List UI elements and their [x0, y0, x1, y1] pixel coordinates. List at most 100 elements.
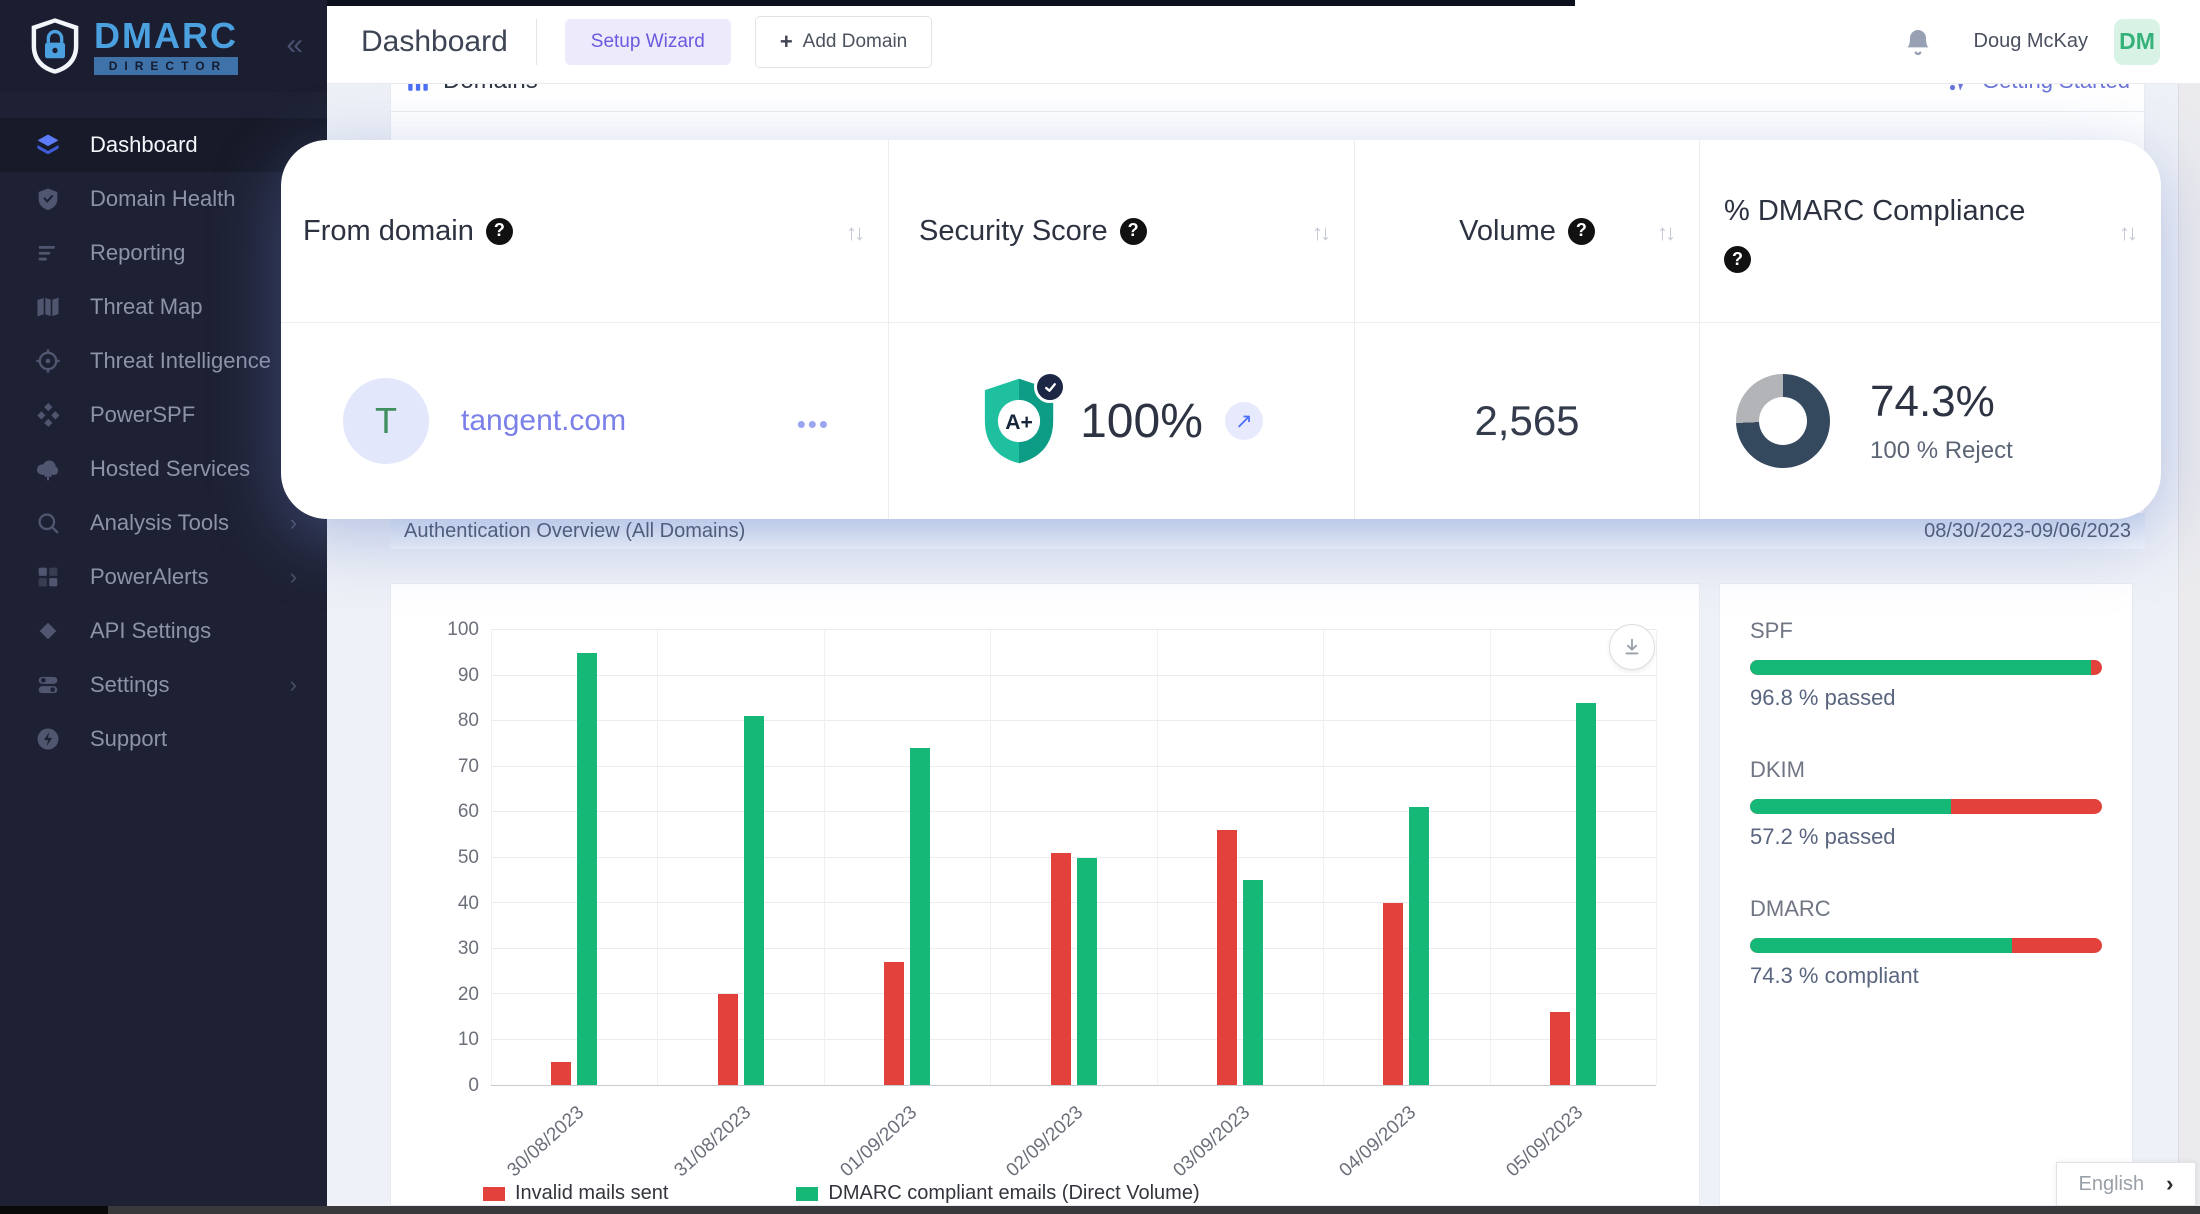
- sidebar-item-powerspf[interactable]: PowerSPF: [0, 388, 327, 442]
- sort-icon[interactable]: ↑↓: [846, 220, 862, 246]
- sidebar-item-analysis-tools[interactable]: Analysis Tools›: [0, 496, 327, 550]
- bar[interactable]: [577, 653, 597, 1085]
- dmarc-meter: [1750, 938, 2102, 953]
- y-axis-labels: 0102030405060708090100: [391, 630, 479, 1086]
- spf-meter: [1750, 660, 2102, 675]
- user-name: Doug McKay: [1974, 30, 2089, 53]
- y-tick-label: 80: [458, 710, 479, 732]
- y-tick-label: 100: [447, 619, 479, 641]
- security-score-value: 100%: [1080, 394, 1203, 449]
- map-icon: [34, 293, 62, 321]
- bar[interactable]: [1409, 807, 1429, 1085]
- chevron-right-icon: ›: [290, 564, 297, 590]
- bar[interactable]: [910, 748, 930, 1085]
- horizontal-scrollbar-thumb[interactable]: [0, 1206, 108, 1214]
- sidebar-item-dashboard[interactable]: Dashboard: [0, 118, 327, 172]
- spf-caption: 96.8 % passed: [1750, 685, 2102, 711]
- target-icon: [34, 347, 62, 375]
- chevron-right-icon: ›: [2166, 1171, 2173, 1197]
- sidebar-item-reporting[interactable]: Reporting: [0, 226, 327, 280]
- y-tick-label: 0: [468, 1075, 479, 1097]
- diamond-icon: [34, 617, 62, 645]
- gridline: [824, 630, 825, 1085]
- sidebar-item-poweralerts[interactable]: PowerAlerts›: [0, 550, 327, 604]
- open-score-link[interactable]: ↗: [1225, 402, 1263, 440]
- sidebar-item-label: Dashboard: [90, 132, 198, 158]
- sidebar-item-threat-map[interactable]: Threat Map: [0, 280, 327, 334]
- language-label: English: [2079, 1173, 2145, 1196]
- bar[interactable]: [884, 962, 904, 1085]
- page-title: Dashboard: [361, 25, 508, 59]
- col-label: Security Score: [919, 209, 1108, 254]
- sort-icon[interactable]: ↑↓: [1312, 220, 1328, 246]
- add-domain-button[interactable]: + Add Domain: [755, 16, 932, 68]
- bar[interactable]: [1383, 903, 1403, 1085]
- auth-overview-range: 08/30/2023-09/06/2023: [1924, 520, 2131, 543]
- language-selector[interactable]: English ›: [2056, 1162, 2196, 1206]
- sidebar-item-label: Settings: [90, 672, 170, 698]
- col-header-dmarc-compliance: % DMARC Compliance ? ↑↓: [1700, 140, 2161, 322]
- sidebar-item-hosted-services[interactable]: Hosted Services: [0, 442, 327, 496]
- row-menu-dots[interactable]: •••: [797, 409, 830, 440]
- help-icon[interactable]: ?: [486, 218, 513, 245]
- search-icon: [34, 509, 62, 537]
- bar-chart-plot: [491, 630, 1656, 1086]
- setup-wizard-button[interactable]: Setup Wizard: [565, 19, 731, 65]
- sidebar-item-settings[interactable]: Settings ›: [0, 658, 327, 712]
- sort-icon[interactable]: ↑↓: [1657, 220, 1673, 246]
- bar[interactable]: [1217, 830, 1237, 1085]
- logo[interactable]: DMARC DIRECTOR «: [0, 0, 327, 92]
- help-icon[interactable]: ?: [1120, 218, 1147, 245]
- table-row-score-cell: A+ 100% ↗: [889, 322, 1355, 519]
- user-avatar[interactable]: DM: [2114, 19, 2160, 65]
- bar[interactable]: [1576, 703, 1596, 1085]
- help-icon[interactable]: ?: [1568, 218, 1595, 245]
- chart-legend: Invalid mails sent DMARC compliant emails…: [483, 1182, 1200, 1205]
- bar-group-05/09/2023: [1550, 630, 1596, 1085]
- sidebar-item-support[interactable]: Support: [0, 712, 327, 766]
- sidebar-item-label: Analysis Tools: [90, 510, 229, 536]
- legend-item[interactable]: DMARC compliant emails (Direct Volume): [796, 1182, 1199, 1205]
- domain-link[interactable]: tangent.com: [461, 404, 626, 438]
- cloud-upload-icon: [34, 455, 62, 483]
- legend-label: DMARC compliant emails (Direct Volume): [828, 1182, 1199, 1205]
- sidebar-item-threat-intelligence[interactable]: Threat Intelligence: [0, 334, 327, 388]
- dkim-caption: 57.2 % passed: [1750, 824, 2102, 850]
- sidebar-collapse-button[interactable]: «: [286, 30, 303, 60]
- sidebar-item-domain-health[interactable]: Domain Health: [0, 172, 327, 226]
- chevron-right-icon: ›: [290, 672, 297, 698]
- bar[interactable]: [1077, 858, 1097, 1086]
- dmarc-director-app: DMARC DIRECTOR « Dashboard Domain Health R…: [0, 0, 2200, 1214]
- horizontal-scrollbar[interactable]: [0, 1206, 2200, 1214]
- verified-check-icon: [1034, 371, 1066, 403]
- legend-label: Invalid mails sent: [515, 1182, 668, 1205]
- col-header-volume: Volume ? ↑↓: [1355, 140, 1700, 322]
- legend-item[interactable]: Invalid mails sent: [483, 1182, 668, 1205]
- bar[interactable]: [718, 994, 738, 1085]
- report-lines-icon: [34, 239, 62, 267]
- chart-download-button[interactable]: [1609, 624, 1655, 670]
- bar[interactable]: [1243, 880, 1263, 1085]
- bar-group-02/09/2023: [1051, 630, 1097, 1085]
- bar[interactable]: [551, 1062, 571, 1085]
- help-icon[interactable]: ?: [1724, 246, 1751, 273]
- sort-icon[interactable]: ↑↓: [2119, 220, 2135, 246]
- bar-group-01/09/2023: [884, 630, 930, 1085]
- brand-name: DMARC: [94, 18, 238, 54]
- nodes-icon: [34, 401, 62, 429]
- bar[interactable]: [1051, 853, 1071, 1085]
- sidebar-item-label: Domain Health: [90, 186, 236, 212]
- y-tick-label: 60: [458, 801, 479, 823]
- dmarc-label: DMARC: [1750, 896, 2102, 922]
- col-label: From domain: [303, 209, 474, 254]
- sidebar-item-api-settings[interactable]: API Settings: [0, 604, 327, 658]
- shield-check-icon: [34, 185, 62, 213]
- bar[interactable]: [744, 716, 764, 1085]
- compliance-donut-chart: [1736, 374, 1830, 468]
- sidebar-item-label: API Settings: [90, 618, 211, 644]
- top-header: Dashboard Setup Wizard + Add Domain Doug…: [327, 0, 2200, 84]
- col-label: % DMARC Compliance: [1724, 189, 2025, 234]
- vertical-scrollbar[interactable]: [2178, 84, 2200, 1206]
- bar[interactable]: [1550, 1012, 1570, 1085]
- notifications-bell-icon[interactable]: [1902, 25, 1934, 59]
